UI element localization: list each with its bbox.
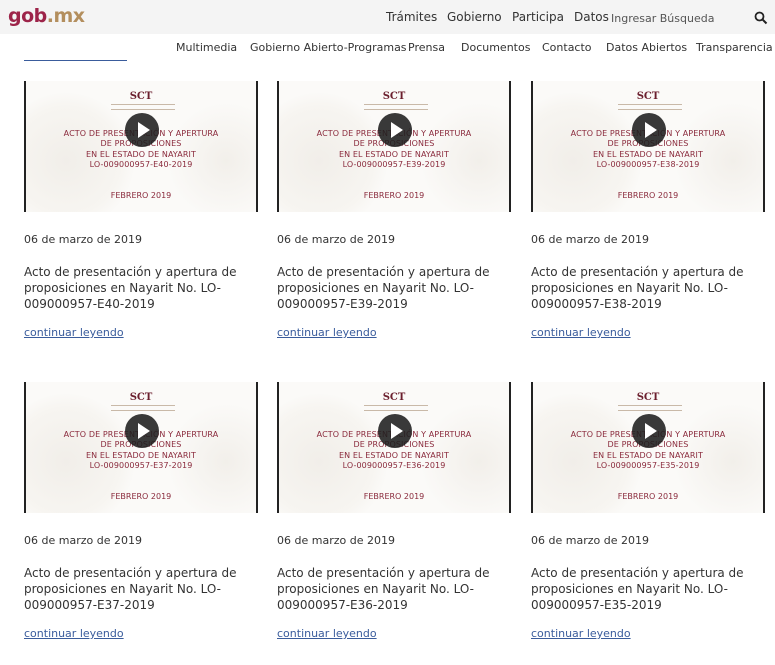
card-date: 06 de marzo de 2019 <box>277 233 395 246</box>
card-title[interactable]: Acto de presentación y apertura de propo… <box>277 264 511 312</box>
continue-reading-link[interactable]: continuar leyendo <box>277 627 377 640</box>
search-box <box>609 8 769 28</box>
card-date: 06 de marzo de 2019 <box>531 534 649 547</box>
play-icon[interactable] <box>125 113 159 147</box>
sct-logo: SCT <box>382 392 406 403</box>
sct-logo: SCT <box>129 91 153 102</box>
continue-reading-link[interactable]: continuar leyendo <box>24 326 124 339</box>
play-icon[interactable] <box>632 414 666 448</box>
card-date: 06 de marzo de 2019 <box>24 233 142 246</box>
gobmx-logo[interactable]: gob.mx <box>8 5 85 27</box>
video-thumbnail[interactable]: SCT ACTO DE PRESENTACIÓN Y APERTURA DE P… <box>277 382 511 513</box>
card-title[interactable]: Acto de presentación y apertura de propo… <box>24 565 258 613</box>
card-date: 06 de marzo de 2019 <box>277 534 395 547</box>
subnav-gobierno-abierto[interactable]: Gobierno Abierto-Programas <box>250 41 407 54</box>
play-icon[interactable] <box>378 414 412 448</box>
continue-reading-link[interactable]: continuar leyendo <box>531 326 631 339</box>
subnav-datos-abiertos[interactable]: Datos Abiertos <box>606 41 687 54</box>
subnav-transparencia[interactable]: Transparencia <box>696 41 773 54</box>
video-thumbnail[interactable]: SCT ACTO DE PRESENTACIÓN Y APERTURA DE P… <box>24 382 258 513</box>
card-title[interactable]: Acto de presentación y apertura de propo… <box>277 565 511 613</box>
search-icon[interactable] <box>754 11 768 25</box>
video-thumbnail[interactable]: SCT ACTO DE PRESENTACIÓN Y APERTURA DE P… <box>24 81 258 212</box>
logo-gob: gob <box>8 5 47 27</box>
video-thumbnail[interactable]: SCT ACTO DE PRESENTACIÓN Y APERTURA DE P… <box>531 382 765 513</box>
card-date: 06 de marzo de 2019 <box>24 534 142 547</box>
cut-off-link[interactable] <box>24 58 127 62</box>
play-icon[interactable] <box>632 113 666 147</box>
subnav-multimedia[interactable]: Multimedia <box>176 41 237 54</box>
sct-logo: SCT <box>382 91 406 102</box>
video-thumbnail[interactable]: SCT ACTO DE PRESENTACIÓN Y APERTURA DE P… <box>531 81 765 212</box>
play-icon[interactable] <box>378 113 412 147</box>
sct-logo: SCT <box>636 392 660 403</box>
continue-reading-link[interactable]: continuar leyendo <box>277 326 377 339</box>
card-title[interactable]: Acto de presentación y apertura de propo… <box>24 264 258 312</box>
card-date: 06 de marzo de 2019 <box>531 233 649 246</box>
nav-tramites[interactable]: Trámites <box>386 10 437 24</box>
top-bar: gob.mx Trámites Gobierno Participa Datos <box>0 0 775 34</box>
search-input[interactable] <box>609 8 749 28</box>
subnav-prensa[interactable]: Prensa <box>408 41 445 54</box>
subnav-documentos[interactable]: Documentos <box>461 41 530 54</box>
sct-logo: SCT <box>129 392 153 403</box>
nav-participa[interactable]: Participa <box>512 10 564 24</box>
continue-reading-link[interactable]: continuar leyendo <box>24 627 124 640</box>
logo-mx: .mx <box>46 5 85 27</box>
nav-datos[interactable]: Datos <box>574 10 609 24</box>
card-title[interactable]: Acto de presentación y apertura de propo… <box>531 264 765 312</box>
nav-gobierno[interactable]: Gobierno <box>447 10 502 24</box>
continue-reading-link[interactable]: continuar leyendo <box>531 627 631 640</box>
video-thumbnail[interactable]: SCT ACTO DE PRESENTACIÓN Y APERTURA DE P… <box>277 81 511 212</box>
play-icon[interactable] <box>125 414 159 448</box>
subnav-contacto[interactable]: Contacto <box>542 41 592 54</box>
card-title[interactable]: Acto de presentación y apertura de propo… <box>531 565 765 613</box>
sct-logo: SCT <box>636 91 660 102</box>
